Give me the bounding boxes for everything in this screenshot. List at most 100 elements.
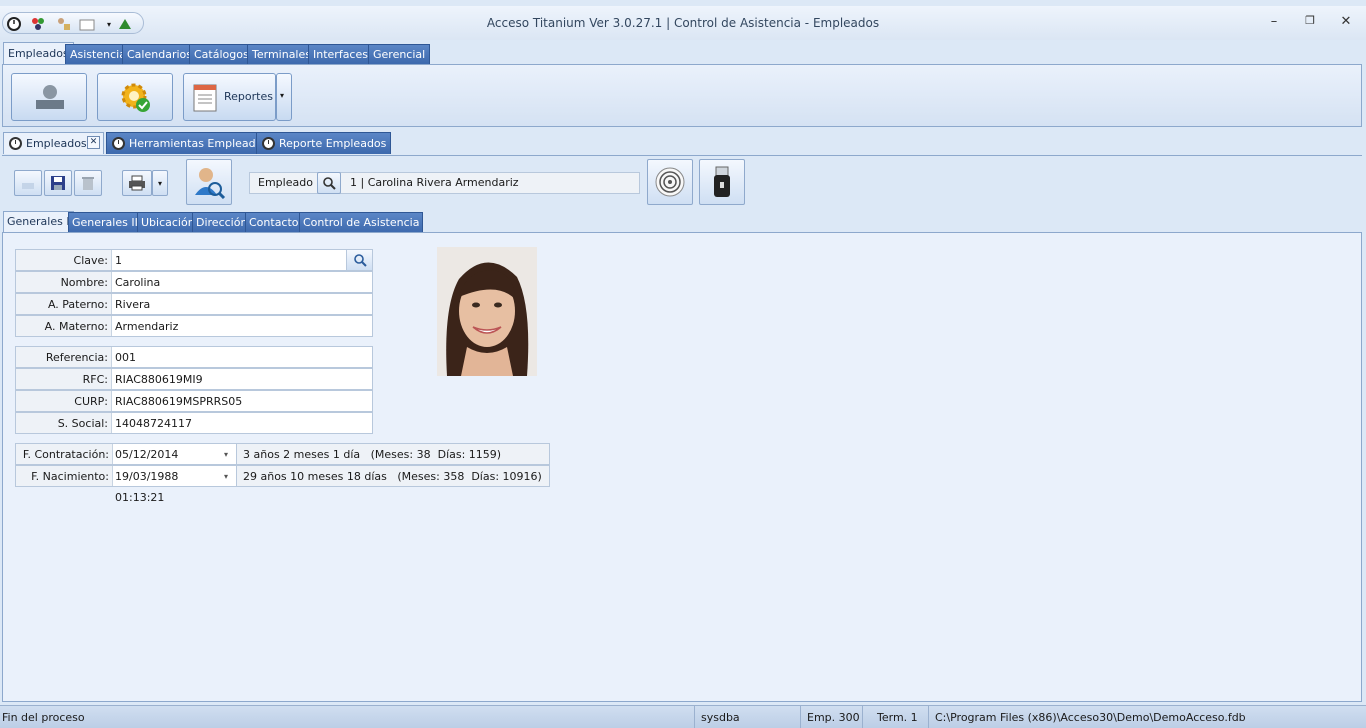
employee-photo[interactable] bbox=[437, 247, 537, 376]
chevron-down-icon: ▾ bbox=[157, 178, 162, 188]
f-nacimiento-label: F. Nacimiento: bbox=[16, 466, 113, 486]
tab-ubicacion[interactable]: Ubicación bbox=[137, 212, 199, 233]
settings-button[interactable] bbox=[97, 73, 173, 121]
nombre-input[interactable]: Carolina bbox=[112, 272, 372, 292]
reportes-button[interactable]: Reportes bbox=[183, 73, 276, 121]
clave-row: Clave: 1 bbox=[15, 249, 373, 271]
s-social-label: S. Social: bbox=[16, 413, 112, 433]
rfc-row: RFC: RIAC880619MI9 bbox=[15, 368, 373, 390]
referencia-row: Referencia: 001 bbox=[15, 346, 373, 368]
print-button[interactable] bbox=[122, 170, 152, 196]
close-tab-icon[interactable]: ✕ bbox=[87, 136, 100, 149]
search-icon bbox=[353, 254, 367, 267]
ribbon-tabs: Empleados Asistencia Calendarios Catálog… bbox=[0, 42, 1366, 64]
rfc-label: RFC: bbox=[16, 369, 112, 389]
doc-tab-reporte[interactable]: Reporte Empleados bbox=[256, 132, 392, 154]
f-nacimiento-picker[interactable]: 19/03/1988 01:13:21 ▾ bbox=[113, 466, 237, 504]
ribbon-tab-interfaces[interactable]: Interfaces bbox=[308, 44, 373, 64]
employee-detail-tabs: Generales I Generales II Ubicación Direc… bbox=[0, 211, 1366, 233]
referencia-input[interactable]: 001 bbox=[112, 347, 372, 367]
ribbon-tab-gerencial[interactable]: Gerencial bbox=[368, 44, 431, 64]
nombre-row: Nombre: Carolina bbox=[15, 271, 373, 293]
clock-icon bbox=[262, 137, 275, 150]
f-contratacion-value: 05/12/2014 01:13:21 bbox=[115, 448, 179, 482]
close-button[interactable]: ✕ bbox=[1334, 14, 1358, 32]
s-social-input[interactable]: 14048724117 bbox=[112, 413, 372, 433]
nombre-label: Nombre: bbox=[16, 272, 112, 292]
print-dropdown-button[interactable]: ▾ bbox=[152, 170, 168, 196]
status-bar: Fin del proceso sysdba Emp. 300 Term. 1 … bbox=[0, 705, 1366, 728]
employee-card-button[interactable] bbox=[11, 73, 87, 121]
chevron-down-icon[interactable]: ▾ bbox=[224, 466, 236, 486]
save-icon bbox=[51, 176, 65, 190]
doc-tab-empleados[interactable]: Empleados ✕ bbox=[3, 132, 104, 154]
rfc-input[interactable]: RIAC880619MI9 bbox=[112, 369, 372, 389]
window-title: Acceso Titanium Ver 3.0.27.1 | Control d… bbox=[486, 16, 880, 30]
gear-check-icon bbox=[121, 83, 150, 112]
clock-icon bbox=[112, 137, 125, 150]
a-materno-label: A. Materno: bbox=[16, 316, 112, 336]
referencia-label: Referencia: bbox=[16, 347, 112, 367]
minimize-button[interactable]: – bbox=[1262, 14, 1286, 32]
antiguedad-info: 3 años 2 meses 1 día (Meses: 38 Días: 11… bbox=[237, 444, 549, 464]
status-message: Fin del proceso bbox=[2, 711, 85, 724]
printer-icon bbox=[129, 175, 145, 191]
f-nacimiento-row: F. Nacimiento: 19/03/1988 01:13:21 ▾ 29 … bbox=[15, 465, 550, 504]
reportes-label: Reportes bbox=[224, 90, 273, 103]
doc-tab-herramientas[interactable]: Herramientas Empleados bbox=[106, 132, 274, 154]
employee-toolbar: ▾ Empleado 1 | Carolina Rivera Armendari… bbox=[2, 155, 1362, 207]
a-paterno-row: A. Paterno: Rivera bbox=[15, 293, 373, 315]
tab-control-asistencia[interactable]: Control de Asistencia bbox=[299, 212, 424, 233]
doc-tab-label: Empleados bbox=[26, 137, 87, 150]
a-materno-row: A. Materno: Armendariz bbox=[15, 315, 373, 337]
status-user: sysdba bbox=[694, 706, 800, 728]
f-contratacion-picker[interactable]: 05/12/2014 01:13:21 ▾ bbox=[113, 444, 237, 482]
employee-search-button[interactable] bbox=[317, 172, 341, 194]
employee-value: 1 | Carolina Rivera Armendariz bbox=[350, 176, 519, 189]
a-paterno-label: A. Paterno: bbox=[16, 294, 112, 314]
f-contratacion-row: F. Contratación: 05/12/2014 01:13:21 ▾ 3… bbox=[15, 443, 550, 482]
clave-search-button[interactable] bbox=[346, 250, 372, 270]
report-icon bbox=[193, 84, 217, 112]
usb-drive-icon bbox=[714, 166, 730, 197]
curp-label: CURP: bbox=[16, 391, 112, 411]
s-social-row: S. Social: 14048724117 bbox=[15, 412, 373, 434]
tab-generales-2[interactable]: Generales II bbox=[68, 212, 142, 233]
edad-info: 29 años 10 meses 18 días (Meses: 358 Día… bbox=[237, 466, 549, 486]
clave-label: Clave: bbox=[16, 250, 112, 270]
curp-row: CURP: RIAC880619MSPRRS05 bbox=[15, 390, 373, 412]
reportes-dropdown-button[interactable]: ▾ bbox=[276, 73, 292, 121]
f-nacimiento-value: 19/03/1988 01:13:21 bbox=[115, 470, 179, 504]
curp-input[interactable]: RIAC880619MSPRRS05 bbox=[112, 391, 372, 411]
employee-card-icon bbox=[36, 85, 64, 109]
tab-direccion[interactable]: Dirección bbox=[192, 212, 252, 233]
ribbon-tab-empleados[interactable]: Empleados bbox=[3, 42, 74, 64]
employee-photo-image bbox=[437, 247, 537, 376]
f-contratacion-label: F. Contratación: bbox=[16, 444, 113, 464]
chevron-down-icon: ▾ bbox=[280, 91, 285, 100]
search-employee-button[interactable] bbox=[186, 159, 232, 205]
restore-button[interactable]: ❐ bbox=[1298, 14, 1322, 32]
fingerprint-icon bbox=[655, 167, 685, 197]
search-icon bbox=[323, 177, 336, 190]
clave-input[interactable]: 1 bbox=[112, 250, 346, 270]
fingerprint-button[interactable] bbox=[647, 159, 693, 205]
trash-icon bbox=[82, 177, 94, 190]
new-button[interactable] bbox=[14, 170, 42, 196]
a-paterno-input[interactable]: Rivera bbox=[112, 294, 372, 314]
user-search-icon bbox=[195, 168, 226, 199]
usb-button[interactable] bbox=[699, 159, 745, 205]
doc-tab-label: Reporte Empleados bbox=[279, 137, 387, 150]
tab-generales-1[interactable]: Generales I bbox=[3, 211, 74, 233]
status-term: Term. 1 bbox=[862, 706, 928, 728]
ribbon-tab-catalogos[interactable]: Catálogos bbox=[189, 44, 254, 64]
delete-button[interactable] bbox=[74, 170, 102, 196]
ribbon-tab-calendarios[interactable]: Calendarios bbox=[122, 44, 197, 64]
ribbon-tab-terminales[interactable]: Terminales bbox=[247, 44, 316, 64]
clock-icon bbox=[9, 137, 22, 150]
save-button[interactable] bbox=[44, 170, 72, 196]
a-materno-input[interactable]: Armendariz bbox=[112, 316, 372, 336]
chevron-down-icon[interactable]: ▾ bbox=[224, 444, 236, 464]
new-record-icon bbox=[22, 183, 34, 189]
tab-contacto[interactable]: Contacto bbox=[245, 212, 303, 233]
